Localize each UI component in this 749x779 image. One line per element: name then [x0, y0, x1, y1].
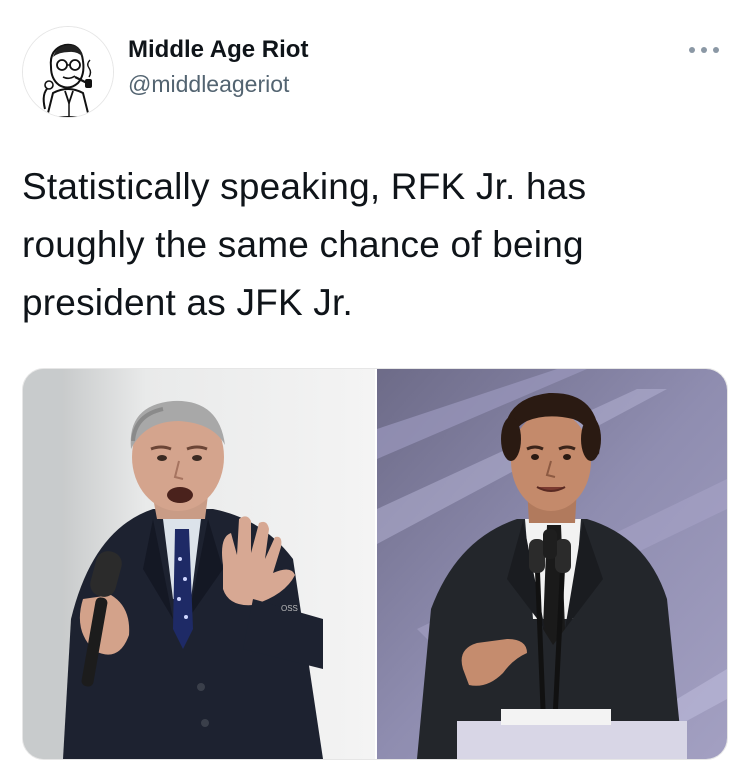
media-attachment[interactable]: OSS [22, 368, 728, 760]
display-name[interactable]: Middle Age Riot [128, 36, 308, 64]
cartoon-man-with-pipe-icon [23, 27, 113, 117]
photo-mark: OSS [281, 604, 298, 613]
avatar[interactable] [22, 26, 114, 118]
tweet[interactable]: Middle Age Riot @middleageriot Statistic… [0, 0, 749, 779]
more-options-button[interactable] [684, 38, 724, 62]
user-handle[interactable]: @middleageriot [128, 70, 308, 98]
tweet-text: Statistically speaking, RFK Jr. has roug… [22, 158, 722, 332]
photo-right-image [377, 369, 727, 759]
author-info: Middle Age Riot @middleageriot [128, 36, 308, 98]
photo-left[interactable]: OSS [23, 369, 375, 759]
ellipsis-icon [689, 47, 719, 53]
photo-left-image: OSS [23, 369, 375, 759]
tweet-text-line: president as JFK Jr. [22, 282, 353, 323]
photo-right[interactable] [377, 369, 727, 759]
tweet-text-line: roughly the same chance of being [22, 224, 584, 265]
tweet-text-line: Statistically speaking, RFK Jr. has [22, 166, 587, 207]
